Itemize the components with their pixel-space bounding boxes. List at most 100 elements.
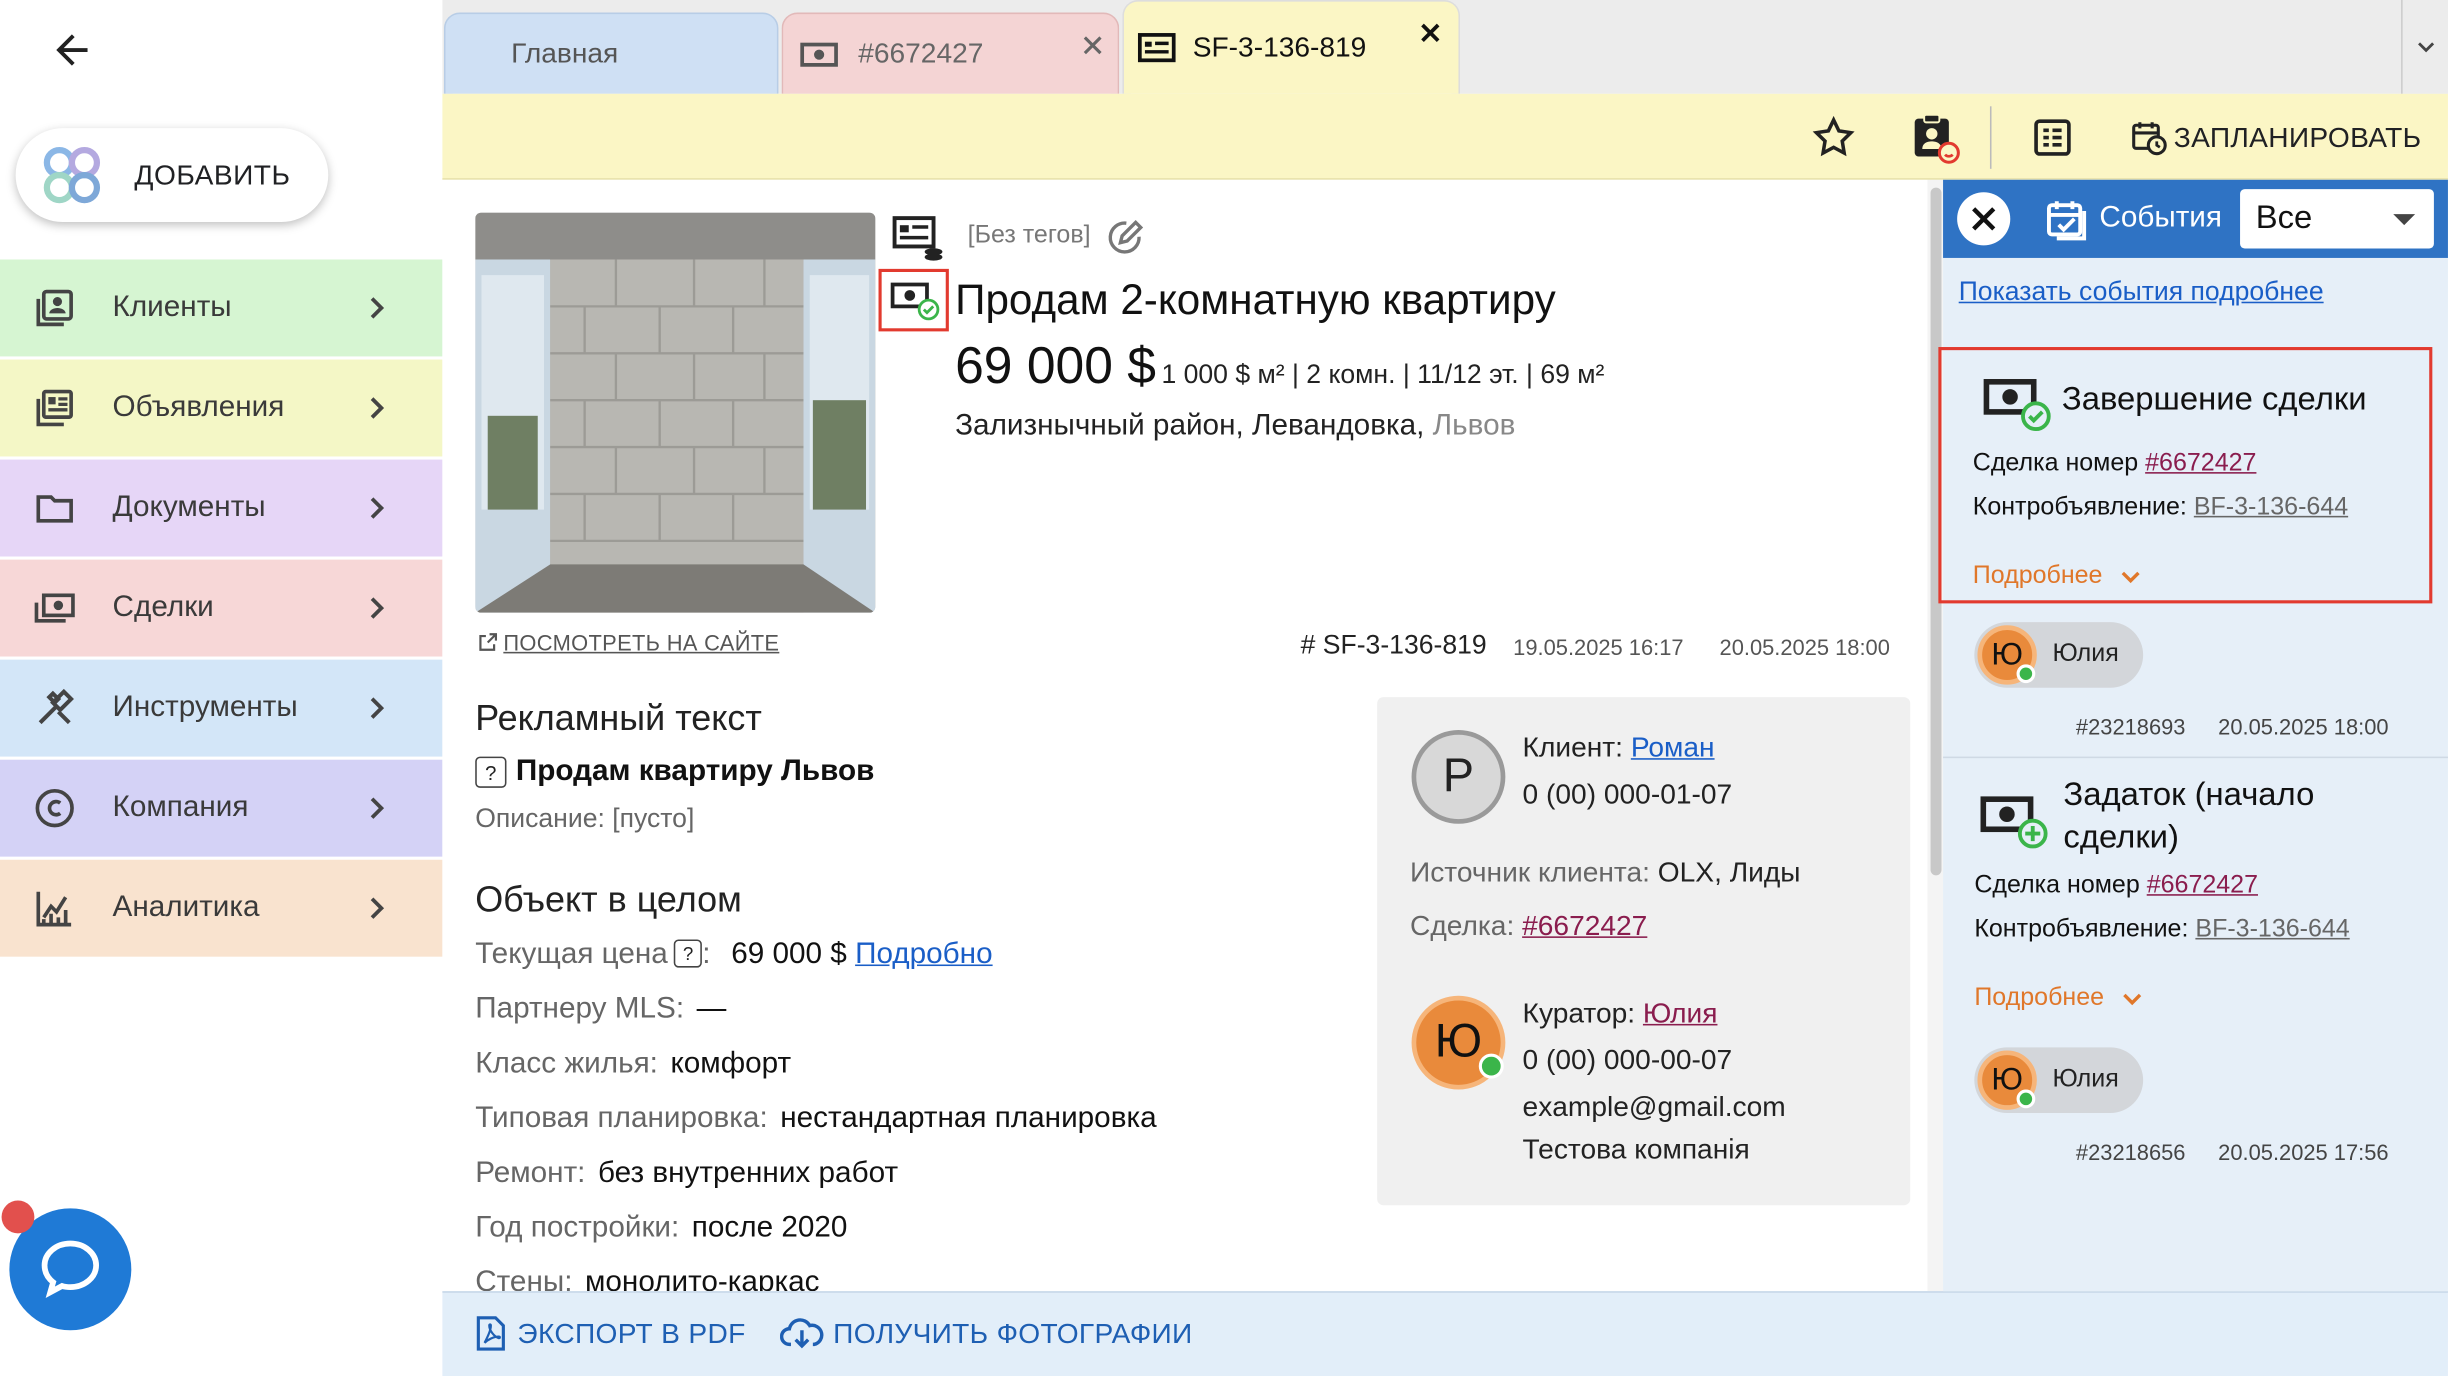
sidebar-item-tools[interactable]: Инструменты [0, 659, 443, 757]
property-row: Ремонт: без внутренних работ [475, 1157, 898, 1191]
property-row: Класс жилья: комфорт [475, 1047, 791, 1081]
events-title: События [2099, 201, 2222, 235]
help-icon[interactable]: ? [475, 756, 507, 788]
chevron-right-icon [370, 797, 385, 819]
contacts-icon [31, 285, 78, 332]
tab-label: #6672427 [858, 37, 984, 69]
assign-client-button[interactable] [1902, 106, 1965, 169]
event-deal-line: Сделка номер #6672427 [1974, 872, 2258, 900]
property-value: — [696, 992, 727, 1026]
sidebar-item-label: Документы [112, 490, 266, 524]
sidebar-item-documents[interactable]: Документы [0, 459, 443, 557]
events-filter-select[interactable]: Все [2240, 189, 2434, 249]
client-label: Клиент: [1522, 731, 1623, 763]
view-on-site-link[interactable]: ПОСМОТРЕТЬ НА САЙТЕ [477, 630, 780, 655]
close-icon [1083, 36, 1102, 55]
property-value: нестандартная планировка [780, 1102, 1157, 1135]
listing-photo[interactable] [475, 212, 876, 613]
client-avatar: Р [1411, 730, 1506, 824]
events-filter-value: Все [2255, 200, 2313, 237]
close-icon [1972, 207, 1996, 231]
show-events-detailed-link[interactable]: Показать события подробнее [1959, 277, 2324, 308]
app-window: ДОБАВИТЬ Клиенты Объявления Документы Сд… [0, 0, 2448, 1376]
listing-meta: 1 000 $ м² | 2 комн. | 11/12 эт. | 69 м² [1161, 359, 1605, 390]
chevron-down-icon [2123, 993, 2142, 1006]
listing-price: 69 000 $ [955, 336, 1156, 394]
event-card-selected[interactable]: Завершение сделки Сделка номер #6672427 … [1938, 347, 2433, 604]
event-date: 20.05.2025 17:56 [2218, 1139, 2389, 1165]
event-deal-link[interactable]: #6672427 [2147, 872, 2258, 899]
client-source-value: OLX, Лиды [1657, 856, 1801, 888]
listing-address: Зализнычный район, Левандовка, Львов [955, 410, 1515, 444]
sidebar-item-deals[interactable]: Сделки [0, 559, 443, 657]
event-more-toggle[interactable]: Подробнее [1974, 983, 2147, 1014]
chevron-right-icon [370, 697, 385, 719]
get-photos-button[interactable]: ПОЛУЧИТЬ ФОТОГРАФИИ [780, 1315, 1193, 1353]
sidebar-item-company[interactable]: Компания [0, 759, 443, 857]
export-pdf-button[interactable]: ЭКСПОРТ В PDF [474, 1315, 746, 1353]
copyright-icon [31, 785, 78, 832]
curator-name-link[interactable]: Юлия [1643, 997, 1718, 1028]
tabs-dropdown-button[interactable] [2401, 0, 2448, 94]
close-events-button[interactable] [1957, 192, 2011, 246]
toolbar: ЗАПЛАНИРОВАТЬ [442, 93, 2448, 180]
sidebar-item-clients[interactable]: Клиенты [0, 259, 443, 357]
help-icon[interactable]: ? [674, 939, 703, 968]
sidebar-item-label: Инструменты [112, 690, 298, 724]
event-more-toggle[interactable]: Подробнее [1973, 561, 2146, 592]
tab-listing[interactable]: SF-3-136-819 [1122, 0, 1461, 94]
money-check-icon [1982, 372, 2051, 442]
tab-deal[interactable]: #6672427 [781, 12, 1120, 94]
user-avatar: Ю [1977, 1050, 2037, 1110]
event-card[interactable]: Задаток (начало сделки) Сделка номер #66… [1943, 758, 2435, 1180]
room-photo-image [475, 212, 876, 613]
back-button[interactable] [44, 22, 100, 78]
tab-home[interactable]: Главная [443, 12, 779, 94]
user-avatar: Ю [1977, 625, 2037, 685]
event-deal-label: Сделка номер [1972, 450, 2139, 477]
event-counter-line: Контробъявление: BF-3-136-644 [1974, 916, 2349, 944]
address-text: Зализнычный район, Левандовка, [955, 409, 1425, 443]
event-id: #23218693 [2075, 714, 2186, 740]
chevron-right-icon [370, 397, 385, 419]
schedule-button[interactable]: ЗАПЛАНИРОВАТЬ [2131, 106, 2422, 169]
property-label: Ремонт: [475, 1156, 586, 1190]
property-row: Партнеру MLS: — [475, 993, 726, 1027]
property-label: Текущая цена [475, 937, 668, 971]
clipboard-user-icon [1914, 113, 1960, 164]
tab-close-button[interactable] [1415, 17, 1446, 48]
price-details-link[interactable]: Подробно [855, 938, 993, 971]
edit-icon [1108, 219, 1144, 254]
client-name-link[interactable]: Роман [1631, 732, 1715, 763]
caret-down-icon [2393, 214, 2416, 226]
deal-status-flag[interactable] [878, 268, 949, 332]
sidebar-item-listings[interactable]: Объявления [0, 359, 443, 457]
object-heading: Объект в целом [475, 878, 742, 920]
event-user-chip[interactable]: Ю Юлия [1974, 1047, 2144, 1113]
chevron-right-icon [370, 497, 385, 519]
event-counter-link[interactable]: BF-3-136-644 [2194, 494, 2348, 521]
calendar-clock-icon [2132, 122, 2167, 156]
listing-card-icon [1137, 32, 1176, 62]
event-more-label: Подробнее [1974, 984, 2105, 1012]
calendar-check-icon [2047, 201, 2087, 241]
money-icon [31, 585, 78, 632]
edit-tags-button[interactable] [1105, 217, 1146, 265]
event-counter-link[interactable]: BF-3-136-644 [2195, 916, 2349, 943]
event-counter-label: Контробъявление: [1972, 493, 2187, 521]
event-deal-link[interactable]: #6672427 [2145, 450, 2256, 477]
table-icon [2034, 119, 2071, 156]
close-icon [1421, 23, 1440, 42]
add-button[interactable]: ДОБАВИТЬ [15, 128, 329, 222]
online-status-dot [2016, 664, 2036, 684]
property-value: без внутренних работ [597, 1156, 899, 1190]
sidebar-item-analytics[interactable]: Аналитика [0, 859, 443, 957]
tab-close-button[interactable] [1077, 30, 1108, 61]
money-icon [800, 41, 838, 66]
event-user-chip[interactable]: Ю Юлия [1974, 622, 2144, 688]
client-deal-link[interactable]: #6672427 [1522, 910, 1647, 941]
event-date: 20.05.2025 18:00 [2218, 714, 2389, 740]
add-button-label: ДОБАВИТЬ [134, 158, 291, 190]
favorite-button[interactable] [1802, 106, 1865, 169]
spreadsheet-button[interactable] [2021, 106, 2084, 169]
